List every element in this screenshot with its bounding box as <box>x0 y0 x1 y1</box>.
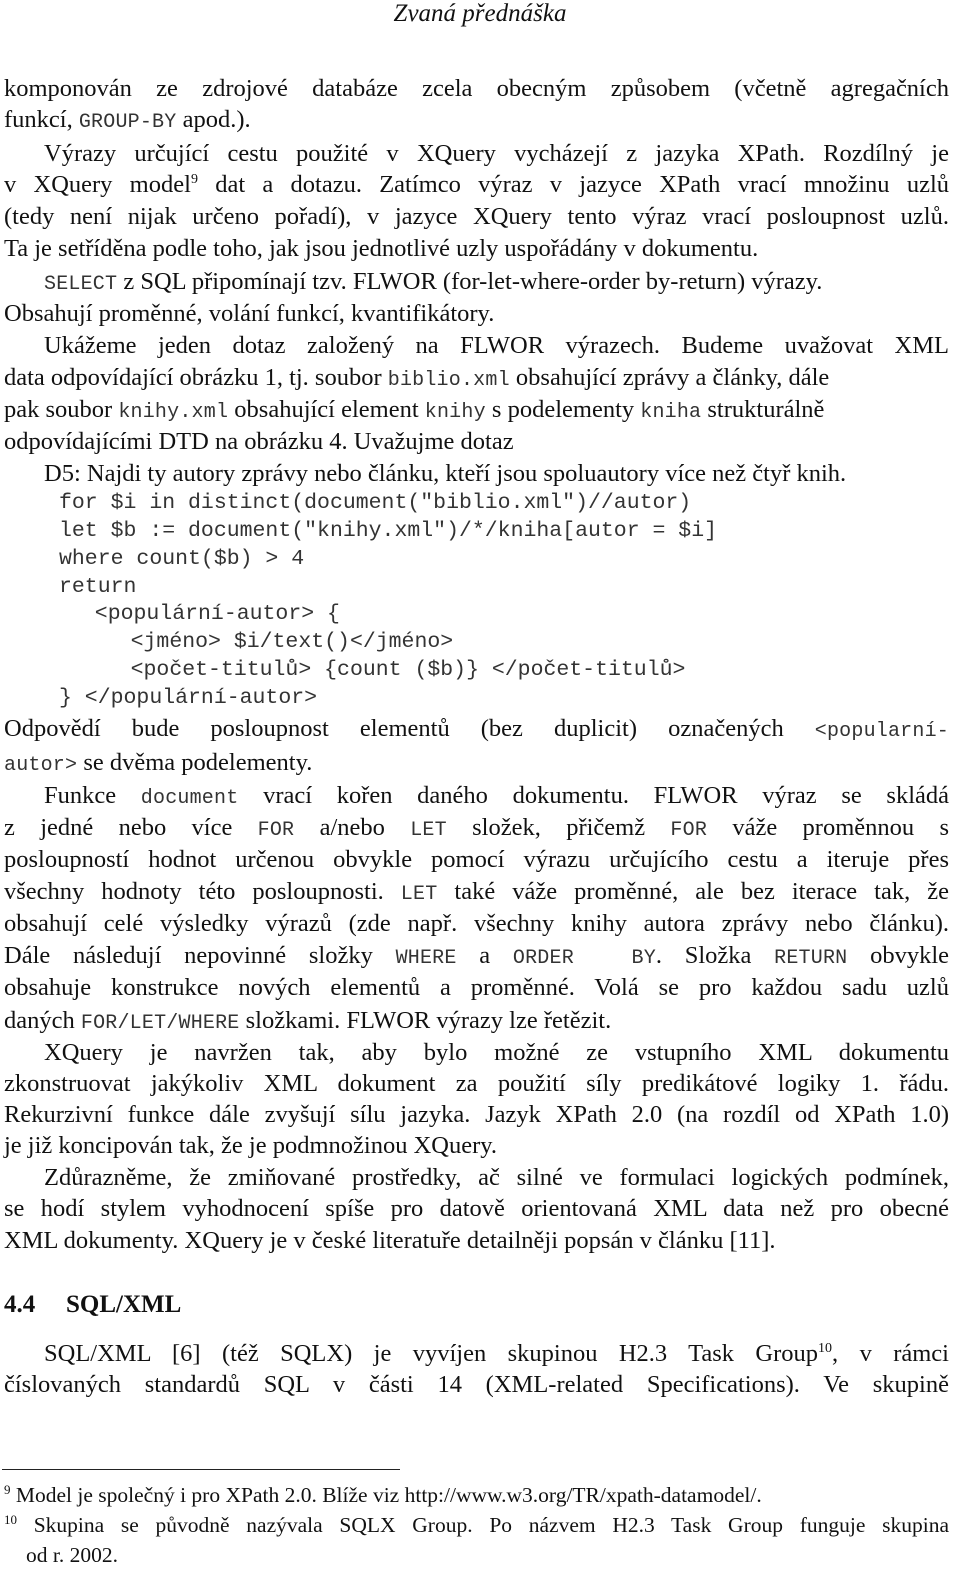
text: Funkce <box>44 782 141 809</box>
paragraph-line: je již koncipován tak, že je podmnožinou… <box>4 1132 498 1159</box>
footnote-text: Skupina se původně nazývala SQLX Group. … <box>17 1513 949 1537</box>
inline-code: GROUP-BY <box>78 111 177 134</box>
inline-code: LET <box>410 819 447 842</box>
footnote-mark: 10 <box>4 1511 17 1527</box>
inline-code: SELECT <box>44 273 118 296</box>
code-line: } </populární-autor> <box>59 686 318 710</box>
code-line: where count($b) > 4 <box>59 547 305 571</box>
text: vrací kořen daného dokumentu. FLWOR výra… <box>238 782 949 809</box>
paragraph-line: funkcí, GROUP-BY apod.). <box>4 105 949 138</box>
footnote-ref[interactable]: 9 <box>191 172 198 187</box>
paragraph-line: odpovídajícími DTD na obrázku 4. Uvažujm… <box>4 428 514 455</box>
text: váže proměnnou s <box>707 814 949 841</box>
paragraph-line: z jedné nebo více FOR a/nebo LET složek,… <box>4 813 949 846</box>
text: také váže proměnné, ale bez iterace tak,… <box>437 878 949 905</box>
text: a <box>456 942 513 969</box>
code-line: for $i in distinct(document("biblio.xml"… <box>59 491 692 515</box>
paragraph-line: pak soubor knihy.xml obsahující element … <box>4 395 949 428</box>
paragraph-line: Funkce document vrací kořen daného dokum… <box>44 781 949 814</box>
text: s podelementy <box>485 396 641 423</box>
footnote-divider <box>2 1469 400 1470</box>
text: dat a dotazu. Zatímco výraz v jazyce XPa… <box>197 171 949 198</box>
inline-code: biblio.xml <box>387 369 510 392</box>
text: obsahující element <box>228 396 425 423</box>
footnote-10: 10 Skupina se původně nazývala SQLX Grou… <box>4 1511 949 1539</box>
text: všechny hodnoty této posloupnosti. <box>4 878 401 905</box>
paragraph-line: zkonstruovat jakýkoliv XML dokument za p… <box>4 1070 949 1097</box>
section-heading: 4.4 SQL/XML <box>4 1290 181 1320</box>
running-header: Zvaná přednáška <box>393 0 567 27</box>
query-description: D5: Najdi ty autory zprávy nebo článku, … <box>44 460 847 487</box>
text: Dále následují nepovinné složky <box>4 942 396 969</box>
code-line: <počet-titulů> {count ($b)} </počet-titu… <box>79 658 686 682</box>
paragraph-line: SELECT z SQL připomínají tzv. FLWOR (for… <box>44 267 949 300</box>
section-number: 4.4 <box>4 1291 36 1318</box>
text: složek, přičemž <box>446 814 671 841</box>
code-line: <populární-autor> { <box>69 602 340 626</box>
paragraph-line: Zdůrazněme, že zmiňované prostředky, ač … <box>44 1164 949 1191</box>
text: strukturálně <box>701 396 825 423</box>
text: obsahující zprávy a články, dále <box>509 364 830 391</box>
footnote-9: 9 Model je společný i pro XPath 2.0. Blí… <box>4 1481 762 1509</box>
paragraph-line: obsahuje konstrukce nových elementů a pr… <box>4 974 949 1001</box>
text: v XQuery model <box>4 171 191 198</box>
paragraph-line: data odpovídající obrázku 1, tj. soubor … <box>4 363 949 396</box>
paragraph-line: XQuery je navržen tak, aby bylo možné ze… <box>44 1039 949 1066</box>
text: , v rámci <box>832 1340 949 1367</box>
inline-code: FOR <box>257 819 295 842</box>
inline-code: document <box>140 787 239 810</box>
paragraph-line: (tedy není nijak určeno pořadí), v jazyc… <box>4 203 949 230</box>
paragraph-line: posloupností hodnot určenou obvykle pomo… <box>4 846 949 873</box>
inline-code: <popularní- <box>814 720 949 743</box>
text: SQL/XML [6] (též SQLX) je vyvíjen skupin… <box>44 1340 819 1367</box>
paragraph-line: Ukážeme jeden dotaz založený na FLWOR vý… <box>44 332 949 359</box>
text: se dvěma podelementy. <box>77 749 313 776</box>
text: obvykle <box>847 942 950 969</box>
section-title: SQL/XML <box>66 1291 182 1318</box>
inline-code: FOR <box>670 819 708 842</box>
text: apod.). <box>182 106 251 133</box>
paragraph-line: všechny hodnoty této posloupnosti. LET t… <box>4 877 949 910</box>
paragraph-line: SQL/XML [6] (též SQLX) je vyvíjen skupin… <box>44 1339 949 1369</box>
code-line: return <box>59 575 137 599</box>
paragraph-line: autor> se dvěma podelementy. <box>4 748 949 781</box>
inline-code: WHERE <box>395 947 457 970</box>
paragraph-line: Dále následují nepovinné složky WHERE a … <box>4 941 949 974</box>
paragraph-line: daných FOR/LET/WHERE složkami. FLWOR výr… <box>4 1006 949 1039</box>
text: daných <box>4 1007 81 1034</box>
text: Odpovědí bude posloupnost elementů (bez … <box>4 715 815 742</box>
paragraph-line: obsahují celé výsledky výrazů (zde např.… <box>4 910 949 937</box>
inline-code: RETURN <box>774 947 848 970</box>
code-line: <jméno> $i/text()</jméno> <box>79 630 454 654</box>
text: data odpovídající obrázku 1, tj. soubor <box>4 364 388 391</box>
paragraph-line: Ta je setříděna podle toho, jak jsou jed… <box>4 235 759 262</box>
paragraph-line: XML dokumenty. XQuery je v české literat… <box>4 1227 776 1254</box>
footnote-ref[interactable]: 10 <box>818 1341 832 1356</box>
paragraph-line: Odpovědí bude posloupnost elementů (bez … <box>4 714 949 747</box>
inline-code: knihy.xml <box>118 401 229 424</box>
inline-code: kniha <box>640 401 702 424</box>
inline-code: LET <box>400 883 438 906</box>
text: . Složka <box>655 942 775 969</box>
paragraph-line: v XQuery model9 dat a dotazu. Zatímco vý… <box>4 170 949 200</box>
text: a/nebo <box>294 814 411 841</box>
footnote-10-continued: od r. 2002. <box>26 1543 118 1567</box>
inline-code: FOR/LET/WHERE <box>80 1012 240 1035</box>
paragraph-line: Obsahují proměnné, volání funkcí, kvanti… <box>4 300 495 327</box>
inline-code: autor> <box>4 754 78 777</box>
paragraph-line: Výrazy určující cestu použité v XQuery v… <box>44 140 949 167</box>
inline-code: knihy <box>424 401 486 424</box>
inline-code: ORDER BY <box>512 947 656 970</box>
text: pak soubor <box>4 396 119 423</box>
footnote-text: Model je společný i pro XPath 2.0. Blíže… <box>10 1483 762 1507</box>
paragraph-line: Rekurzivní funkce dále zvyšují sílu jazy… <box>4 1101 949 1128</box>
paragraph-line: komponován ze zdrojové databáze zcela ob… <box>4 75 949 102</box>
paragraph-line: číslovaných standardů SQL v části 14 (XM… <box>4 1371 949 1398</box>
text: z SQL připomínají tzv. FLWOR (for-let-wh… <box>117 268 823 295</box>
paragraph-line: se hodí stylem vyhodnocení spíše pro dat… <box>4 1195 949 1222</box>
code-line: let $b := document("knihy.xml")/*/kniha[… <box>59 519 718 543</box>
text: z jedné nebo více <box>4 814 258 841</box>
text: složkami. FLWOR výrazy lze řetězit. <box>239 1007 612 1034</box>
text: funkcí, <box>4 106 73 133</box>
